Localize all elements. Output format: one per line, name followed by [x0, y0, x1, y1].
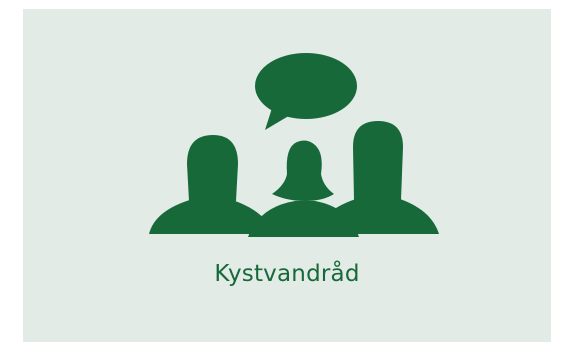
tile-label: Kystvandråd [214, 261, 360, 287]
people-discussion-icon [149, 53, 439, 237]
center-person-icon [248, 140, 359, 237]
left-person-icon [149, 135, 275, 234]
speech-bubble-icon [255, 53, 357, 130]
kystvandraad-tile[interactable]: Kystvandråd [23, 9, 551, 342]
